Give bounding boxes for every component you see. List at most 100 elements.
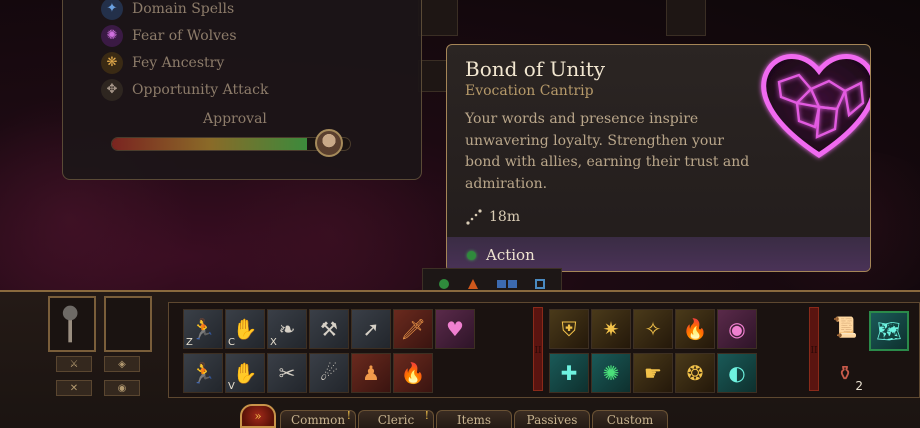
domain-spells-icon: ✦ <box>101 0 123 20</box>
melee-weapon-slot[interactable] <box>48 296 96 352</box>
range-value: 18m <box>489 209 521 225</box>
hotbar: ⚔ ◈ ✕ ◉ 🏃 Z ✋ C ❧ X ⚒ ➚ 🗡 ♥ 🏃 ✋ V ✂ ☄ ♟ 🔥 II… <box>0 290 920 428</box>
tab-cleric[interactable]: Cleric! <box>358 409 434 428</box>
item-slot-potion[interactable]: ⚱ 2 <box>825 353 865 393</box>
bonus-action-resource-icon <box>468 279 479 289</box>
equipment-slot[interactable] <box>666 0 706 36</box>
equipment-area <box>418 0 728 92</box>
feature-label: Fear of Wolves <box>132 27 237 44</box>
hand-icon: ☛ <box>644 361 662 385</box>
spell-slot-inflict[interactable]: ❂ <box>675 353 715 393</box>
action-slot-dash[interactable]: 🏃 <box>183 353 223 393</box>
opportunity-attack-icon: ✥ <box>101 78 123 101</box>
fey-ancestry-icon: ❋ <box>101 51 123 74</box>
mask-icon: ◐ <box>728 361 746 385</box>
ranged-toggle-button[interactable]: ◈ <box>104 356 140 372</box>
feature-item[interactable]: ✥ Opportunity Attack <box>101 76 268 103</box>
feature-label: Opportunity Attack <box>132 81 269 98</box>
swirl-icon: ❂ <box>686 361 704 385</box>
action-slot-attack[interactable]: 🗡 <box>393 309 433 349</box>
action-slot-sneak[interactable]: ❧ X <box>267 309 307 349</box>
action-slot-throw[interactable]: ➚ <box>351 309 391 349</box>
item-slot-scroll[interactable]: 📜 <box>825 307 865 347</box>
cross-icon: ✚ <box>560 361 578 385</box>
spell-slot-command[interactable]: ◉ <box>717 309 757 349</box>
alert-badge: ! <box>346 409 351 422</box>
hotbar-divider: II <box>809 307 819 391</box>
hotkey-label: X <box>270 337 277 348</box>
ranged-stance-button[interactable]: ◉ <box>104 380 140 396</box>
mace-icon <box>62 305 78 343</box>
heart-icon <box>761 54 870 158</box>
action-slot-disengage[interactable]: ✂ <box>267 353 307 393</box>
throw-icon: ➚ <box>362 317 380 341</box>
spell-slot-shield[interactable]: ⛨ <box>549 309 589 349</box>
alert-badge: ! <box>424 409 429 422</box>
equipment-slot[interactable] <box>418 0 458 36</box>
weapon-slot[interactable] <box>418 60 448 92</box>
companion-avatar <box>315 129 343 157</box>
tab-label: Items <box>456 413 492 427</box>
tab-label: Custom <box>606 413 654 427</box>
approval-label: Approval <box>203 111 267 127</box>
potion-icon: ⚱ <box>836 361 854 385</box>
fire-icon: 🔥 <box>400 361 426 385</box>
dash-icon: 🏃 <box>190 361 216 385</box>
tooltip-title: Bond of Unity <box>465 57 606 81</box>
action-slot-shove[interactable]: ✋ C <box>225 309 265 349</box>
action-slot-bond-of-unity[interactable]: ♥ <box>435 309 475 349</box>
map-icon: 🗺 <box>876 319 902 343</box>
spell-slot-cure-wounds[interactable]: ✚ <box>549 353 589 393</box>
action-slot-help[interactable]: ✋ V <box>225 353 265 393</box>
item-count: 2 <box>855 379 863 393</box>
tab-custom[interactable]: Custom <box>592 410 668 428</box>
spell-slot-guiding-bolt[interactable]: ✷ <box>591 309 631 349</box>
tab-label: Passives <box>526 413 578 427</box>
figure-icon: ♟ <box>362 361 380 385</box>
spell-slot-resource-icon <box>535 279 546 289</box>
scroll-icon: 📜 <box>832 315 858 339</box>
hotkey-label: V <box>228 381 235 392</box>
shield-icon: ⛨ <box>561 317 577 341</box>
shove-icon: ✋ <box>232 317 258 341</box>
hotbar-divider: II <box>533 307 543 391</box>
spell-slot-sanctuary[interactable]: ◐ <box>717 353 757 393</box>
expand-menu-button[interactable]: » <box>240 404 276 428</box>
melee-toggle-button[interactable]: ⚔ <box>56 356 92 372</box>
tooltip-subtitle: Evocation Cantrip <box>465 83 594 99</box>
sword-icon: 🗡 <box>400 317 426 341</box>
feature-list: ✦ Domain Spells ✺ Fear of Wolves ❋ Fey A… <box>101 0 268 103</box>
tooltip-cost-bar: Action <box>447 237 870 271</box>
feature-item[interactable]: ✺ Fear of Wolves <box>101 22 268 49</box>
action-slot-jump[interactable]: 🏃 Z <box>183 309 223 349</box>
tooltip-description: Your words and presence inspire unwaveri… <box>465 111 750 192</box>
hand-light-icon: ✧ <box>644 317 662 341</box>
character-panel: ✦ Domain Spells ✺ Fear of Wolves ❋ Fey A… <box>62 0 422 180</box>
cost-label: Action <box>486 246 535 264</box>
item-slot-map[interactable]: 🗺 <box>869 311 909 351</box>
improvised-icon: ☄ <box>320 361 338 385</box>
tab-common[interactable]: Common! <box>280 409 356 428</box>
action-slot-guidance[interactable]: ♟ <box>351 353 391 393</box>
feature-item[interactable]: ❋ Fey Ancestry <box>101 49 268 76</box>
feature-item[interactable]: ✦ Domain Spells <box>101 0 268 22</box>
jump-icon: 🏃 <box>190 317 216 341</box>
star-burst-icon: ✷ <box>602 317 620 341</box>
tab-passives[interactable]: Passives <box>514 410 590 428</box>
tooltip-range: 18m <box>465 208 520 226</box>
action-slot-fire[interactable]: 🔥 <box>393 353 433 393</box>
spell-slot-thaumaturgy[interactable]: ☛ <box>633 353 673 393</box>
sneak-icon: ❧ <box>278 317 296 341</box>
stance-toggle-button[interactable]: ✕ <box>56 380 92 396</box>
ranged-weapon-slot[interactable] <box>104 296 152 352</box>
action-slot-dip[interactable]: ⚒ <box>309 309 349 349</box>
feature-label: Fey Ancestry <box>132 54 225 71</box>
disengage-icon: ✂ <box>278 361 296 385</box>
spell-slot-bless[interactable]: ✧ <box>633 309 673 349</box>
tab-items[interactable]: Items <box>436 410 512 428</box>
tab-label: Common <box>290 413 346 427</box>
action-slot-improvised[interactable]: ☄ <box>309 353 349 393</box>
spell-slot-resource-icon <box>496 280 517 288</box>
spell-slot-sacred-flame[interactable]: 🔥 <box>675 309 715 349</box>
spell-slot-healing-word[interactable]: ✺ <box>591 353 631 393</box>
